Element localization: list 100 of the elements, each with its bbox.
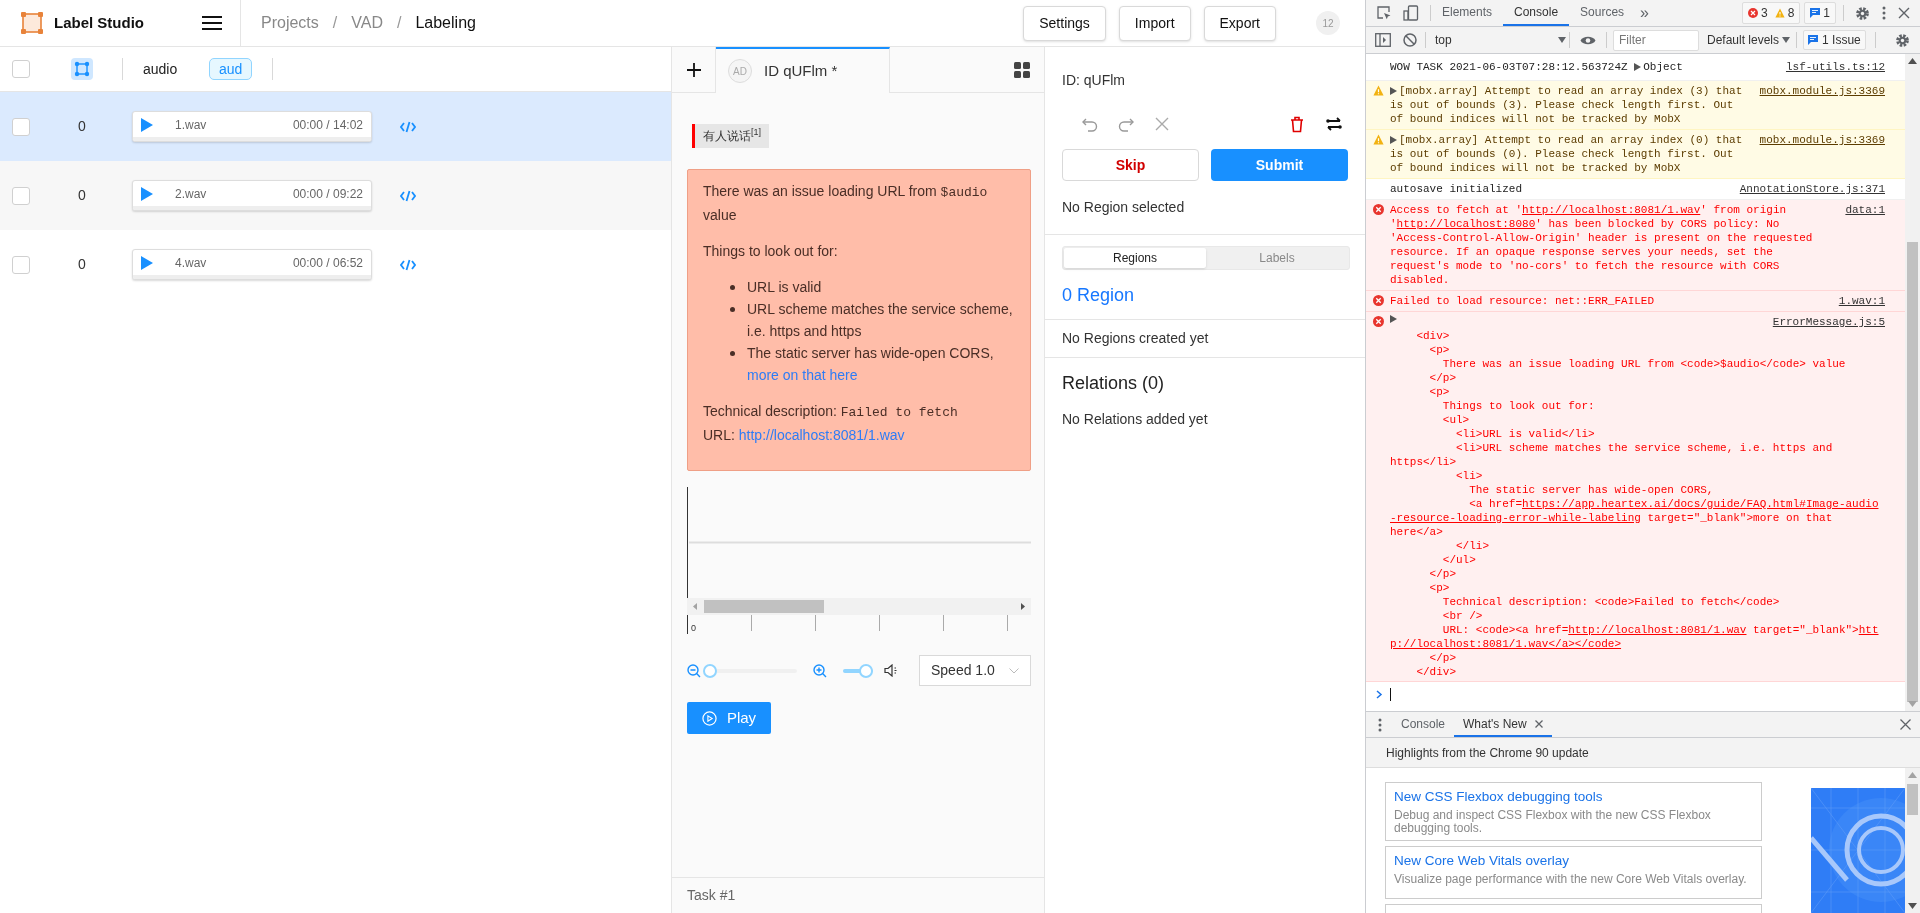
levels-dropdown[interactable]: Default levels <box>1707 31 1791 49</box>
error-text: There was an issue loading URL from $audio value <box>703 182 989 225</box>
code-line: here</a> <box>1390 525 1443 539</box>
source-link[interactable]: mobx.module.js:3369 <box>1751 84 1885 98</box>
annotation-tab[interactable]: AD ID qUFlm * <box>716 47 890 93</box>
code-line: <p> <box>1428 581 1450 595</box>
issues-button[interactable]: 1 Issue <box>1803 30 1866 50</box>
code-line: <li> <box>1455 469 1483 483</box>
list-item-text: The static server has wide-open CORS, more on that here <box>747 344 995 385</box>
code-line: URL: <code><a href=http://localhost:8081/1.wav target="_blank">htt <box>1441 623 1879 637</box>
code-line: <ul> <box>1441 413 1470 427</box>
source-link[interactable]: data:1 <box>1837 203 1885 217</box>
code-line: </p> <box>1428 651 1456 665</box>
audio-player[interactable]: 2.wav 00:00 / 09:22 <box>132 180 372 211</box>
source-link[interactable]: mobx.module.js:3369 <box>1751 133 1885 147</box>
column-tag: aud <box>209 58 253 80</box>
section-title: Relations (0) <box>1062 372 1166 395</box>
file-name: 2.wav <box>175 185 207 203</box>
drawer-heading: Highlights from the Chrome 90 update <box>1386 744 1589 762</box>
breadcrumb-separator: / <box>332 13 338 33</box>
code-line: Things to look out for: <box>1441 399 1595 413</box>
code-line: </p> <box>1428 567 1456 581</box>
code-line: </li> <box>1455 539 1490 553</box>
feature-card[interactable]: New Core Web Vitals overlay Visualize page performance with the new Core Web Vitals overlay. <box>1385 846 1762 900</box>
selection-status: No Region selected <box>1062 198 1186 217</box>
code-line: </p> <box>1428 371 1456 385</box>
breadcrumb-link[interactable]: Projects <box>261 11 319 35</box>
task-number: Task #1 <box>687 886 736 905</box>
code-line: Technical description: <code>Failed to fetch</code> <box>1441 595 1780 609</box>
empty-state-text: No Relations added yet <box>1062 410 1209 429</box>
message-counter[interactable]: 1 <box>1804 2 1836 24</box>
empty-state-text: No Regions created yet <box>1062 329 1210 348</box>
error-text: URL: http://localhost:8081/1.wav <box>703 426 906 445</box>
table-cell-text: 0 <box>78 117 86 136</box>
code-line: <p> <box>1428 343 1450 357</box>
source-link[interactable]: lsf-utils.ts:12 <box>1777 60 1885 74</box>
breadcrumb-link[interactable]: VAD <box>351 11 383 35</box>
play-time: 00:00 / 09:22 <box>292 185 363 203</box>
code-line: -resource-loading-error-while-labeling target="_blank">more on that <box>1390 511 1833 525</box>
source-link[interactable]: AnnotationStore.js:371 <box>1731 182 1885 196</box>
console-message: [mobx.array] Attempt to read an array index (0) that is out of bounds (0). Please check length first. Out of bound indices will not be tracked by MobX <box>1390 133 1744 175</box>
audio-player[interactable]: 4.wav 00:00 / 06:52 <box>132 249 372 280</box>
more-tabs-button[interactable]: » <box>1640 1 1649 25</box>
issue-counter[interactable]: 3 8 <box>1741 2 1801 24</box>
devtools-tab[interactable]: Sources <box>1569 0 1636 26</box>
play-time: 00:00 / 06:52 <box>292 254 363 272</box>
context-select[interactable]: top <box>1432 27 1569 53</box>
toolbar-button[interactable]: Settings <box>1023 5 1106 41</box>
column-header[interactable]: audio <box>143 58 209 80</box>
segmented-control[interactable]: Regions Labels <box>1062 246 1350 270</box>
code-line: The static server has wide-open CORS, <box>1468 483 1714 497</box>
user-avatar: AD <box>728 59 752 83</box>
code-line: <li>URL scheme matches the service scheme, i.e. https and <box>1455 441 1833 455</box>
code-line: <a href=https://app.heartex.ai/docs/guide/FAQ.html#Image-audio <box>1468 497 1879 511</box>
card-title[interactable]: New Core Web Vitals overlay <box>1394 851 1753 872</box>
toolbar-button[interactable]: Export <box>1203 5 1276 41</box>
console-message: Access to fetch at 'http://localhost:8081/1.wav' from origin 'http://localhost:8080' has been blocked by CORS policy: No 'Access-Control-Allow-Origin' header is present on the requested resource. If an opaque response serves your needs, set the request's mode to 'no-cors' to fetch the resource with CORS disabled. <box>1390 203 1814 287</box>
file-name: 4.wav <box>175 254 207 272</box>
devtools-tab[interactable]: Elements <box>1431 0 1504 26</box>
code-line: There was an issue loading URL from <code>$audio</code> value <box>1441 357 1846 371</box>
code-line: <li>URL is valid</li> <box>1455 427 1595 441</box>
drawer-tab[interactable]: Console <box>1392 712 1455 737</box>
card-description: Debug and inspect CSS Flexbox with the new CSS Flexbox debugging tools. <box>1394 809 1712 836</box>
code-line: </ul> <box>1441 553 1476 567</box>
feature-card[interactable]: New CSS Flexbox debugging tools Debug and inspect CSS Flexbox with the new CSS Flexbox debugging tools. <box>1385 782 1762 841</box>
console-message: Failed to load resource: net::ERR_FAILED <box>1390 294 1656 308</box>
card-title[interactable]: New CSS Flexbox debugging tools <box>1394 787 1753 808</box>
error-text: Technical description: Failed to fetch <box>703 402 959 422</box>
skip-button[interactable]: Skip <box>1062 149 1199 181</box>
audio-player[interactable]: 1.wav 00:00 / 14:02 <box>132 111 372 142</box>
table-row[interactable]: 0 1.wav 00:00 / 14:02 <box>0 92 671 161</box>
tick-label: 0 <box>691 623 696 633</box>
table-cell-text: 0 <box>78 255 86 274</box>
app-title: Label Studio <box>54 12 144 33</box>
code-line: </div> <box>1415 665 1456 679</box>
code-line: p://localhost:8081/1.wav</a></code> <box>1390 637 1622 651</box>
segment-tab[interactable]: Regions <box>1064 248 1206 268</box>
error-text: Things to look out for: <box>703 242 839 261</box>
console-message: autosave initialized <box>1390 182 1524 196</box>
code-line: <br /> <box>1441 609 1483 623</box>
filter-field[interactable]: Filter <box>1613 29 1699 51</box>
console-message: [mobx.array] Attempt to read an array index (3) that is out of bounds (3). Please check length first. Out of bound indices will not be tracked by MobX <box>1390 84 1744 126</box>
label-chip[interactable]: 有人说话$^{[1]}$ <box>692 124 769 148</box>
speed-select[interactable]: Speed 1.0 <box>919 655 1031 686</box>
table-cell-text: 0 <box>78 186 86 205</box>
console-message: WOW TASK 2021-06-03T07:28:12.563724Z Object <box>1390 60 1684 74</box>
code-line: <div> <box>1415 329 1450 343</box>
source-link[interactable]: ErrorMessage.js:5 <box>1764 315 1885 329</box>
annotation-id: ID: qUFlm <box>1062 71 1126 90</box>
toolbar-button[interactable]: Import <box>1118 5 1191 41</box>
play-time: 00:00 / 14:02 <box>292 116 363 134</box>
list-item-text: URL scheme matches the service scheme, i.e. https and https <box>747 300 1014 341</box>
table-row[interactable]: 0 2.wav 00:00 / 09:22 <box>0 161 671 230</box>
card-description: Visualize page performance with the new Core Web Vitals overlay. <box>1394 873 1748 887</box>
file-name: 1.wav <box>175 116 207 134</box>
code-line: https</li> <box>1390 455 1456 469</box>
breadcrumb-separator: / <box>396 13 402 33</box>
list-item-text: URL is valid <box>747 278 823 297</box>
region-count: 0 Region <box>1062 284 1136 307</box>
source-link[interactable]: 1.wav:1 <box>1830 294 1885 308</box>
